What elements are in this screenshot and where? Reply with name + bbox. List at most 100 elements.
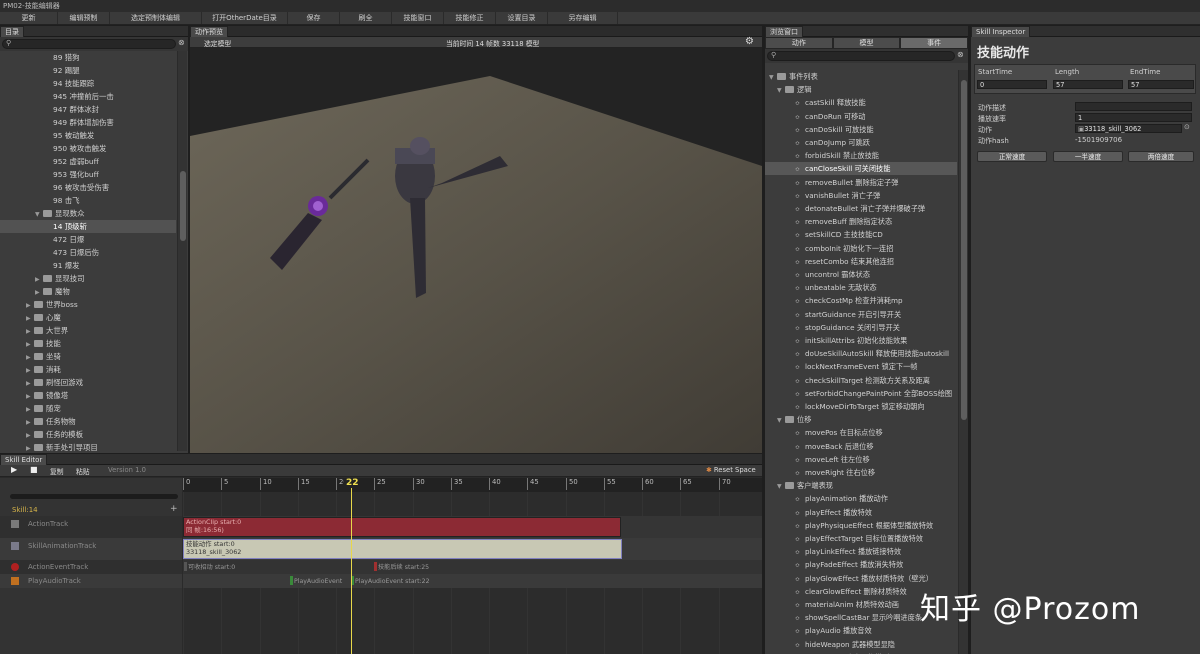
audio-marker[interactable]: PlayAudioEvent xyxy=(290,576,342,585)
tree-item[interactable]: 953 强化buff xyxy=(0,168,176,181)
tree-item[interactable]: 472 日爆 xyxy=(0,233,176,246)
tree-item[interactable]: ▶ 世界boss xyxy=(0,298,176,311)
tree-item[interactable]: 945 冲撞前后一击 xyxy=(0,90,176,103)
event-item[interactable]: ≎ playAnimation 播放动作 xyxy=(765,492,957,505)
events-subtab[interactable]: 模型 xyxy=(832,37,901,49)
gear-icon[interactable]: ⚙ xyxy=(745,36,754,47)
hierarchy-search-input[interactable]: ⚲ xyxy=(2,39,176,49)
endtime-field[interactable]: 57 xyxy=(1128,80,1194,89)
tree-item[interactable]: ▶ 心魔 xyxy=(0,311,176,324)
track-animation[interactable]: SkillAnimationTrack xyxy=(0,539,180,553)
add-track-button[interactable]: + xyxy=(170,504,178,514)
tree-item[interactable]: ▶ 镜像塔 xyxy=(0,389,176,402)
menu-item[interactable]: 选定预制体编辑 xyxy=(110,12,202,24)
stop-button[interactable]: ■ xyxy=(30,465,38,474)
event-item[interactable]: ≎ comboInit 初始化下一连招 xyxy=(765,242,957,255)
tree-item[interactable]: 91 爆发 xyxy=(0,259,176,272)
tree-item[interactable]: ▶ 刷怪回游戏 xyxy=(0,376,176,389)
event-group[interactable]: ▼ 位移 xyxy=(765,413,957,426)
rate-field[interactable]: 1 xyxy=(1075,113,1192,122)
tree-item[interactable]: 96 被攻击受伤害 xyxy=(0,181,176,194)
event-item[interactable]: ≎ movePos 在目标点位移 xyxy=(765,426,957,439)
event-group[interactable]: ▼ 逻辑 xyxy=(765,83,957,96)
scrollbar-thumb[interactable] xyxy=(961,80,967,420)
event-marker[interactable]: 可收招动 start:0 xyxy=(184,562,235,571)
reset-space-button[interactable]: ✱ Reset Space xyxy=(706,466,756,474)
tree-item[interactable]: 950 被攻击触发 xyxy=(0,142,176,155)
tree-item[interactable]: ▼ 显现数众 xyxy=(0,207,176,220)
event-item[interactable]: ≎ uncontrol 霸体状态 xyxy=(765,268,957,281)
tree-item[interactable]: ▶ 消耗 xyxy=(0,363,176,376)
event-item[interactable]: ≎ playEffectTarget 目标位置播放特效 xyxy=(765,532,957,545)
event-item[interactable]: ≎ detonateBullet 消亡子弹并爆破子弹 xyxy=(765,202,957,215)
paste-button[interactable]: 粘贴 xyxy=(76,466,90,476)
event-item[interactable]: ≎ canDoJump 可跳跃 xyxy=(765,136,957,149)
clear-search-icon[interactable]: ⊗ xyxy=(178,38,185,47)
track-event[interactable]: ActionEventTrack xyxy=(0,560,180,574)
menu-item[interactable]: 刷全 xyxy=(340,12,392,24)
tab-hierarchy[interactable]: 目录 xyxy=(0,26,24,37)
tree-item[interactable]: ▶ 任务物物 xyxy=(0,415,176,428)
event-item[interactable]: ≎ moveBack 后退位移 xyxy=(765,440,957,453)
event-item[interactable]: ≎ canCloseSkill 可关闭技能 xyxy=(765,162,957,176)
event-item[interactable]: ≎ removeBullet 删除指定子弹 xyxy=(765,176,957,189)
desc-field[interactable] xyxy=(1075,102,1192,111)
event-item[interactable]: ≎ lockNextFrameEvent 锁定下一帧 xyxy=(765,360,957,373)
tab-viewport[interactable]: 动作预览 xyxy=(190,26,228,37)
event-item[interactable]: ≎ canDoRun 可移动 xyxy=(765,110,957,123)
event-item[interactable]: ≎ initSkillAttribs 初始化技能效果 xyxy=(765,334,957,347)
event-item[interactable]: ≎ playEffect 播放特效 xyxy=(765,506,957,519)
event-item[interactable]: ≎ moveLeft 往左位移 xyxy=(765,453,957,466)
event-item[interactable]: ≎ hideWeapon 武器模型显隐 xyxy=(765,638,957,651)
events-subtab[interactable]: 动作 xyxy=(765,37,833,49)
skill-scrollbar[interactable] xyxy=(10,494,178,499)
tree-item[interactable]: 89 猎狗 xyxy=(0,51,176,64)
half-speed-button[interactable]: 一半速度 xyxy=(1053,151,1123,162)
chevron-down-icon[interactable]: ▼ xyxy=(777,84,785,97)
timeline[interactable]: ActionClip start:0 同 帧:16:56) 技能动作 start… xyxy=(183,478,762,654)
event-item[interactable]: ≎ playGlowEffect 播放材质特效（壁光） xyxy=(765,572,957,585)
events-subtab[interactable]: 事件 xyxy=(900,37,969,49)
tree-item[interactable]: 947 群体冰封 xyxy=(0,103,176,116)
event-item[interactable]: ≎ moveRight 往右位移 xyxy=(765,466,957,479)
scrollbar-thumb[interactable] xyxy=(180,171,186,241)
tree-item[interactable]: 14 顶级斩 xyxy=(0,220,176,233)
event-item[interactable]: ≎ startGuidance 开启引导开关 xyxy=(765,308,957,321)
menu-item[interactable]: 更新 xyxy=(0,12,58,24)
tree-item[interactable]: ▶ 大世界 xyxy=(0,324,176,337)
event-marker[interactable]: 技能后续 start:25 xyxy=(374,562,429,571)
double-speed-button[interactable]: 两倍速度 xyxy=(1128,151,1194,162)
chevron-down-icon[interactable]: ▼ xyxy=(769,71,777,84)
clear-search-icon[interactable]: ⊗ xyxy=(957,50,964,59)
event-item[interactable]: ≎ doUseSkillAutoSkill 释放使用技能autoskill xyxy=(765,347,957,360)
tree-item[interactable]: 952 虚弱buff xyxy=(0,155,176,168)
event-item[interactable]: ≎ checkCostMp 检查并消耗mp xyxy=(765,294,957,307)
events-scrollbar[interactable] xyxy=(958,70,968,654)
event-item[interactable]: ≎ lockMoveDirToTarget 锁定移动朝向 xyxy=(765,400,957,413)
event-item[interactable]: ≎ setForbidChangePaintPoint 全部BOSS绘图 xyxy=(765,387,957,400)
event-item[interactable]: ≎ playFadeEffect 播放消失特效 xyxy=(765,558,957,571)
event-group[interactable]: ▼ 客户端表现 xyxy=(765,479,957,492)
tree-item[interactable]: 949 群体增加伤害 xyxy=(0,116,176,129)
chevron-right-icon[interactable]: ▶ xyxy=(26,442,34,451)
tree-item[interactable]: ▶ 显现技司 xyxy=(0,272,176,285)
starttime-field[interactable]: 0 xyxy=(977,80,1047,89)
animation-clip[interactable]: 技能动作 start:0 33118_skill_3062 xyxy=(183,539,622,559)
event-item[interactable]: ≎ playLinkEffect 播放链接特效 xyxy=(765,545,957,558)
event-item[interactable]: ≎ canDoSkill 可放技能 xyxy=(765,123,957,136)
chevron-down-icon[interactable]: ▼ xyxy=(777,414,785,427)
audio-marker[interactable]: PlayAudioEvent start:22 xyxy=(351,576,430,585)
events-search-input[interactable]: ⚲ xyxy=(767,51,955,61)
select-model-button[interactable]: 选定模型 xyxy=(204,38,231,48)
tree-item[interactable]: ▶ 坐骑 xyxy=(0,350,176,363)
tree-item[interactable]: 95 被动触发 xyxy=(0,129,176,142)
event-item[interactable]: ≎ resetCombo 结束其他连招 xyxy=(765,255,957,268)
tree-item[interactable]: 473 日爆后伤 xyxy=(0,246,176,259)
hierarchy-scrollbar[interactable] xyxy=(177,51,187,451)
tab-skill-inspector[interactable]: Skill Inspector xyxy=(971,26,1031,37)
tree-item[interactable]: 98 击飞 xyxy=(0,194,176,207)
menu-item[interactable]: 另存编辑 xyxy=(548,12,618,24)
event-item[interactable]: ≎ playPhysiqueEffect 根据体型播放特效 xyxy=(765,519,957,532)
tree-item[interactable]: ▶ 魔物 xyxy=(0,285,176,298)
anim-object-field[interactable]: ▣33118_skill_3062 xyxy=(1075,124,1182,133)
